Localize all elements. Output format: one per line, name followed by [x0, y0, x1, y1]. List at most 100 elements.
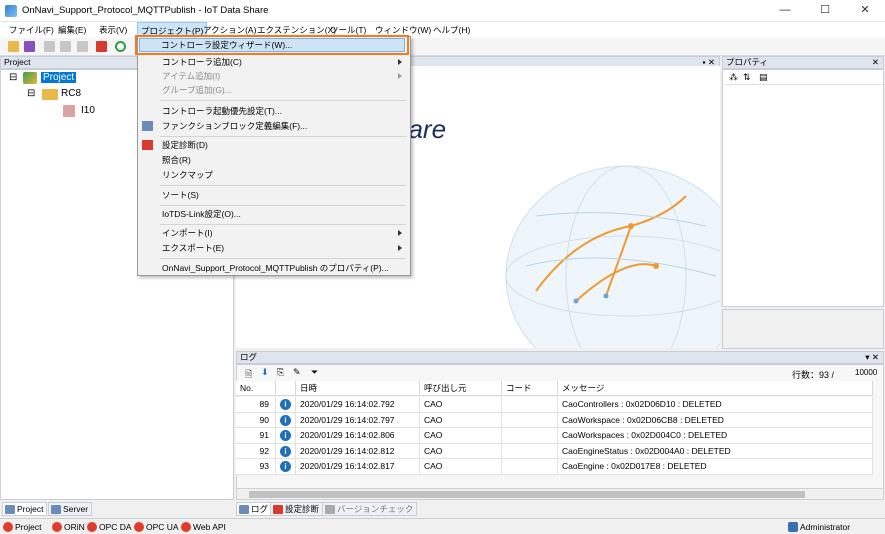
menu-separator — [160, 205, 406, 206]
scrollbar-thumb[interactable] — [249, 491, 805, 498]
status-user: Administrator — [788, 521, 850, 533]
tab-diagnosis[interactable]: 設定診断 — [270, 502, 324, 516]
log-filter-icon[interactable]: ⏷ — [311, 367, 318, 378]
tab-server[interactable]: Server — [48, 502, 93, 516]
column-no[interactable]: No. — [236, 381, 276, 396]
status-dot-icon — [181, 522, 191, 532]
sort-category-icon[interactable]: ⁂ — [729, 72, 738, 83]
status-dot-icon — [87, 522, 97, 532]
menu-separator — [160, 224, 406, 225]
menu-add-group[interactable]: グループ追加(G)... — [162, 83, 232, 97]
property-pages-icon[interactable]: ▤ — [759, 72, 768, 83]
properties-toolbar: ⁂ ⇅ ▤ — [725, 71, 883, 85]
tree-node-project[interactable]: Project — [41, 71, 77, 85]
menu-iotds-link[interactable]: IoTDS-Link設定(O)... — [162, 207, 241, 221]
info-icon: i — [280, 414, 291, 426]
menu-file[interactable]: ファイル(F) — [9, 24, 54, 36]
menu-project-properties[interactable]: OnNavi_Support_Protocol_MQTTPublish のプロパ… — [162, 261, 389, 275]
diagnose-menu-icon — [142, 140, 153, 150]
tree-expander-icon[interactable]: ⊟ — [27, 87, 35, 101]
cell-level: i — [276, 459, 296, 474]
minimize-button[interactable]: — — [765, 0, 805, 22]
cell-datetime: 2020/01/29 16:14:02.806 — [296, 428, 420, 443]
paste-icon[interactable] — [60, 41, 71, 52]
tree-expander-icon[interactable]: ⊟ — [9, 71, 17, 85]
open-folder-icon[interactable] — [8, 41, 19, 52]
column-message[interactable]: メッセージ — [558, 381, 873, 396]
item-icon — [63, 104, 75, 118]
cell-message: CaoControllers : 0x02D06D10 : DELETED — [558, 397, 873, 412]
cell-no: 91 — [236, 428, 276, 443]
tree-node-controller[interactable]: RC8 — [61, 87, 81, 101]
status-dot-icon — [134, 522, 144, 532]
column-caller[interactable]: 呼び出し元 — [420, 381, 502, 396]
cell-code — [502, 428, 558, 443]
log-max-rows: 10000 — [855, 368, 878, 377]
column-icon[interactable] — [276, 381, 296, 396]
menu-add-item[interactable]: アイテム追加(I) — [162, 69, 220, 83]
diagnosis-tab-icon — [273, 505, 283, 514]
cell-caller: CAO — [420, 428, 502, 443]
cell-message: CaoWorkspaces : 0x02D004C0 : DELETED — [558, 428, 873, 443]
info-icon: i — [280, 445, 291, 457]
status-web-api: Web API — [181, 521, 226, 533]
cell-no: 92 — [236, 443, 276, 459]
table-row[interactable]: 89 i 2020/01/29 16:14:02.792 CAO CaoControll… — [236, 397, 873, 413]
tree-node-item[interactable]: I10 — [81, 104, 95, 118]
table-row[interactable]: 92 i 2020/01/29 16:14:02.812 CAO CaoEngineSt… — [236, 443, 873, 459]
submenu-arrow-icon — [398, 59, 402, 65]
cell-code — [502, 397, 558, 412]
info-icon: i — [280, 461, 291, 472]
save-icon[interactable] — [24, 41, 35, 52]
table-row[interactable]: 90 i 2020/01/29 16:14:02.797 CAO CaoWorkspac… — [236, 412, 873, 428]
menu-sort[interactable]: ソート(S) — [162, 188, 199, 202]
menu-import[interactable]: インポート(I) — [162, 226, 213, 240]
server-tab-icon — [51, 505, 61, 514]
menu-export[interactable]: エクスポート(E) — [162, 241, 224, 255]
cell-datetime: 2020/01/29 16:14:02.817 — [296, 459, 420, 474]
table-row[interactable]: 93 i 2020/01/29 16:14:02.817 CAO CaoEngine :… — [236, 459, 873, 475]
log-horizontal-scrollbar[interactable] — [236, 488, 884, 500]
cell-no: 89 — [236, 397, 276, 412]
cell-level: i — [276, 428, 296, 443]
menu-link-map[interactable]: リンクマップ — [162, 168, 213, 182]
cell-level: i — [276, 412, 296, 428]
menu-function-block[interactable]: ファンクションブロック定義編集(F)... — [162, 119, 307, 133]
status-dot-icon — [3, 522, 13, 532]
tab-log[interactable]: ログ — [236, 502, 273, 516]
properties-close-icon[interactable]: ✕ — [872, 57, 879, 68]
menu-edit[interactable]: 編集(E) — [58, 24, 86, 36]
column-datetime[interactable]: 日時 — [296, 381, 420, 396]
menu-help[interactable]: ヘルプ(H) — [433, 24, 470, 36]
status-opc-da: OPC DA — [87, 521, 132, 533]
run-icon[interactable] — [115, 41, 126, 52]
table-row[interactable]: 91 i 2020/01/29 16:14:02.806 CAO CaoWorkspac… — [236, 428, 873, 444]
log-title: ログ — [240, 352, 258, 362]
properties-title: プロパティ — [726, 57, 768, 67]
cell-datetime: 2020/01/29 16:14:02.812 — [296, 443, 420, 459]
cell-no: 90 — [236, 412, 276, 428]
menu-view[interactable]: 表示(V) — [99, 24, 127, 36]
tab-version-check[interactable]: バージョンチェック — [322, 502, 418, 516]
tab-project[interactable]: Project — [2, 502, 48, 516]
maximize-button[interactable]: ☐ — [805, 0, 845, 22]
properties-description — [722, 309, 884, 349]
copy-icon[interactable] — [44, 41, 55, 52]
menu-verify[interactable]: 照合(R) — [162, 153, 191, 167]
menu-diagnose[interactable]: 設定診断(D) — [162, 138, 208, 152]
log-edit-icon[interactable]: ✎ — [293, 367, 301, 378]
project-tab-icon — [5, 505, 15, 514]
sort-alpha-icon[interactable]: ⇅ — [743, 72, 751, 83]
delete-icon[interactable] — [77, 41, 88, 52]
close-button[interactable]: ✕ — [845, 0, 885, 22]
properties-panel-header: プロパティ ✕ — [722, 56, 884, 69]
menu-separator — [160, 100, 406, 101]
menu-startup-priority[interactable]: コントローラ起動優先設定(T)... — [162, 104, 282, 118]
column-code[interactable]: コード — [502, 381, 558, 396]
log-close-icon[interactable]: ▾ ✕ — [865, 352, 879, 363]
status-orin: ORiN — [52, 521, 85, 533]
menu-add-controller[interactable]: コントローラ追加(C) — [162, 55, 242, 69]
diagnose-icon[interactable] — [96, 41, 107, 52]
log-download-icon[interactable]: ⬇ — [261, 367, 269, 378]
log-copy-icon[interactable]: ⎘ — [277, 367, 284, 378]
